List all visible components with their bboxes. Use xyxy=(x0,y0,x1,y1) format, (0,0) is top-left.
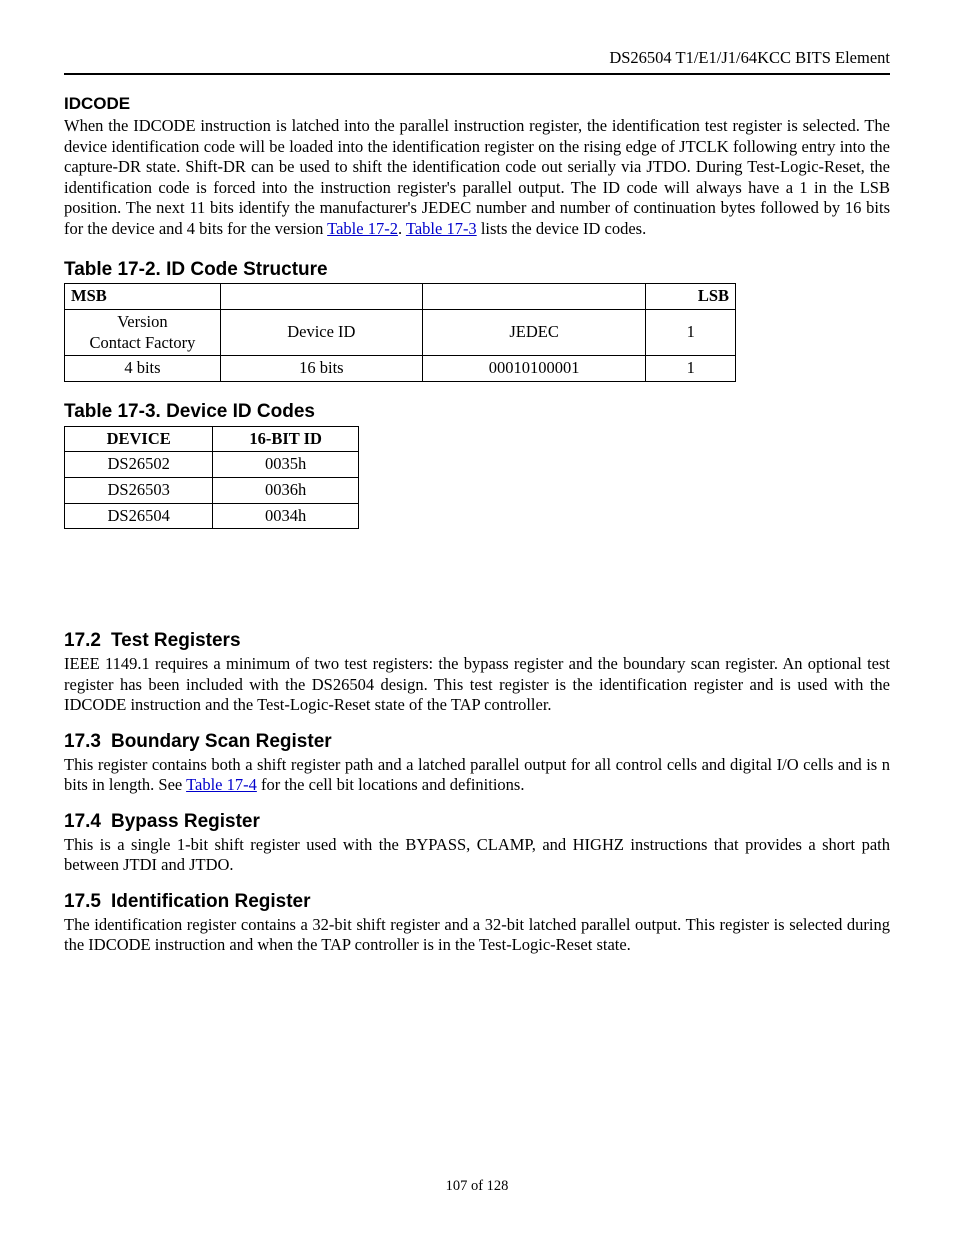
cell-jedec: JEDEC xyxy=(422,310,646,356)
table-row: DS26504 0034h xyxy=(65,503,359,529)
text-run: for the cell bit locations and definitio… xyxy=(257,775,525,794)
table-row: DS26503 0036h xyxy=(65,477,359,503)
table-row: MSB LSB xyxy=(65,284,736,310)
cell-msb: MSB xyxy=(65,284,221,310)
text-run: . xyxy=(398,219,406,238)
cell-16bits: 16 bits xyxy=(220,356,422,382)
cell-version: Version Contact Factory xyxy=(65,310,221,356)
cell-id: 0035h xyxy=(213,452,359,478)
table-17-2: MSB LSB Version Contact Factory Device I… xyxy=(64,283,736,382)
cell-empty xyxy=(422,284,646,310)
table-row: 4 bits 16 bits 00010100001 1 xyxy=(65,356,736,382)
table-row: DEVICE 16-BIT ID xyxy=(65,426,359,452)
table-17-3-title: Table 17-3. Device ID Codes xyxy=(64,400,890,424)
spacer xyxy=(64,529,890,613)
heading-17-3: 17.3 Boundary Scan Register xyxy=(64,730,890,754)
link-table-17-3[interactable]: Table 17-3 xyxy=(406,219,477,238)
heading-17-5: 17.5 Identification Register xyxy=(64,890,890,914)
running-header: DS26504 T1/E1/J1/64KCC BITS Element xyxy=(64,48,890,69)
col-header-16bit-id: 16-BIT ID xyxy=(213,426,359,452)
cell-jedec-bits: 00010100001 xyxy=(422,356,646,382)
cell-device: DS26504 xyxy=(65,503,213,529)
body-17-3: This register contains both a shift regi… xyxy=(64,755,890,796)
cell-device: DS26503 xyxy=(65,477,213,503)
table-row: Version Contact Factory Device ID JEDEC … xyxy=(65,310,736,356)
text-run: lists the device ID codes. xyxy=(477,219,647,238)
cell-id: 0034h xyxy=(213,503,359,529)
cell-one: 1 xyxy=(646,310,736,356)
header-rule xyxy=(64,73,890,75)
body-17-2: IEEE 1149.1 requires a minimum of two te… xyxy=(64,654,890,716)
body-17-5: The identification register contains a 3… xyxy=(64,915,890,956)
link-table-17-4[interactable]: Table 17-4 xyxy=(186,775,257,794)
idcode-heading: IDCODE xyxy=(64,93,890,114)
section-number: 17.2 xyxy=(64,630,101,651)
cell-4bits: 4 bits xyxy=(65,356,221,382)
heading-17-2: 17.2 Test Registers xyxy=(64,629,890,653)
page-footer: 107 of 128 xyxy=(0,1177,954,1195)
table-17-2-title: Table 17-2. ID Code Structure xyxy=(64,258,890,282)
cell-one: 1 xyxy=(646,356,736,382)
cell-device-id: Device ID xyxy=(220,310,422,356)
link-table-17-2[interactable]: Table 17-2 xyxy=(327,219,398,238)
text-run: Version xyxy=(117,312,167,331)
col-header-device: DEVICE xyxy=(65,426,213,452)
cell-device: DS26502 xyxy=(65,452,213,478)
section-number: 17.4 xyxy=(64,811,101,832)
page: DS26504 T1/E1/J1/64KCC BITS Element IDCO… xyxy=(0,0,954,1235)
section-title: Identification Register xyxy=(111,891,311,912)
section-number: 17.5 xyxy=(64,891,101,912)
section-title: Bypass Register xyxy=(111,811,260,832)
idcode-paragraph: When the IDCODE instruction is latched i… xyxy=(64,116,890,240)
text-run: Contact Factory xyxy=(90,333,196,352)
section-title: Test Registers xyxy=(111,630,241,651)
heading-17-4: 17.4 Bypass Register xyxy=(64,810,890,834)
section-title: Boundary Scan Register xyxy=(111,731,332,752)
cell-id: 0036h xyxy=(213,477,359,503)
body-17-4: This is a single 1-bit shift register us… xyxy=(64,835,890,876)
section-number: 17.3 xyxy=(64,731,101,752)
table-row: DS26502 0035h xyxy=(65,452,359,478)
table-17-3: DEVICE 16-BIT ID DS26502 0035h DS26503 0… xyxy=(64,426,359,530)
cell-empty xyxy=(220,284,422,310)
cell-lsb: LSB xyxy=(646,284,736,310)
